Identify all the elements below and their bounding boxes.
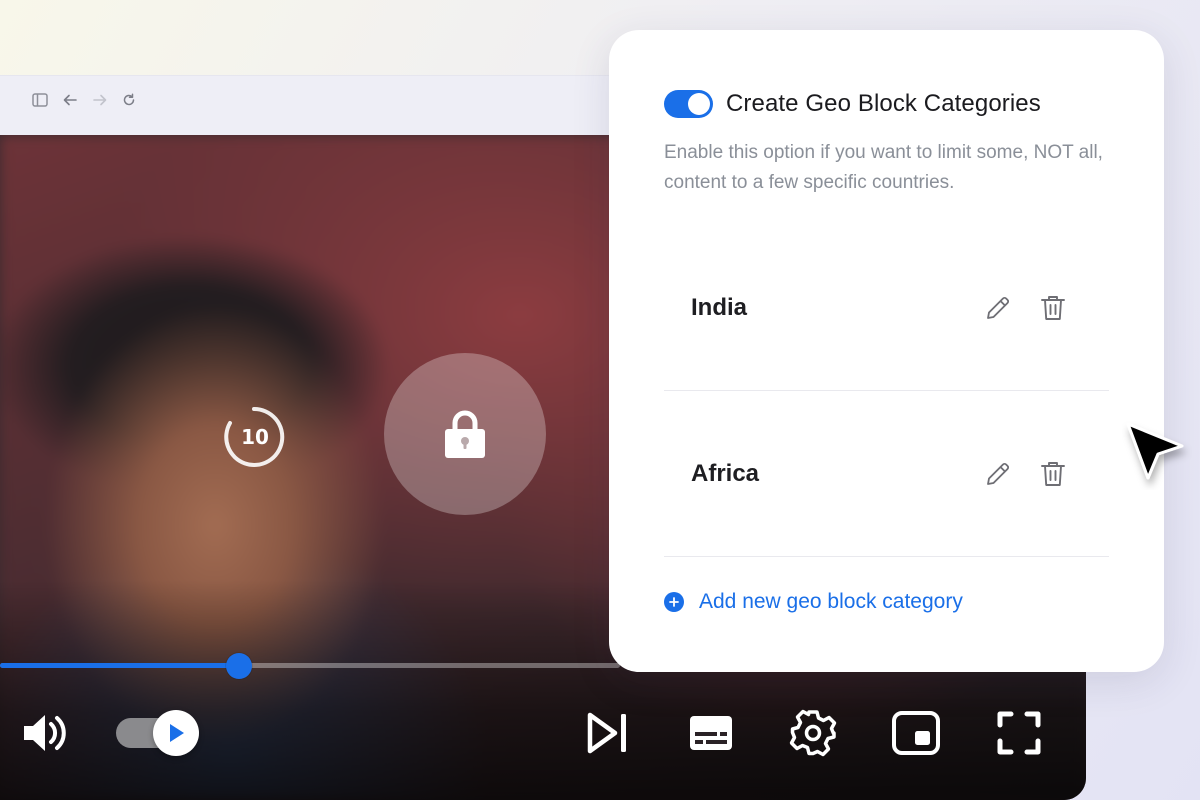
edit-pencil-icon[interactable]	[983, 293, 1013, 323]
fullscreen-button[interactable]	[996, 710, 1042, 756]
volume-button[interactable]	[20, 710, 70, 756]
rewind-seconds: 10	[241, 425, 269, 449]
volume-icon	[24, 715, 66, 751]
back-arrow-icon[interactable]	[62, 93, 78, 107]
edit-pencil-icon[interactable]	[983, 459, 1013, 489]
geo-block-title: Create Geo Block Categories	[726, 90, 1041, 117]
progress-thumb[interactable]	[225, 653, 252, 679]
geo-block-description: Enable this option if you want to limit …	[664, 142, 1103, 193]
geo-block-header: Create Geo Block Categories	[664, 90, 1041, 118]
subtitles-icon	[690, 716, 732, 750]
mouse-cursor-icon	[1122, 420, 1192, 495]
fullscreen-icon	[997, 711, 1041, 755]
play-icon	[170, 724, 184, 742]
sidebar-icon[interactable]	[32, 93, 48, 107]
add-category-link[interactable]: Add new geo block category	[664, 590, 963, 614]
rewind-button[interactable]: 10	[221, 404, 287, 470]
progress-fill	[0, 663, 239, 668]
forward-arrow-icon[interactable]	[92, 93, 108, 107]
delete-trash-icon[interactable]	[1038, 459, 1068, 489]
reload-icon[interactable]	[122, 93, 136, 107]
autoplay-knob[interactable]	[153, 710, 199, 756]
lock-icon	[445, 410, 485, 458]
category-row: India	[664, 226, 1109, 391]
progress-bar[interactable]	[0, 663, 620, 668]
next-button[interactable]	[585, 710, 631, 756]
skip-next-icon	[587, 712, 626, 754]
add-category-label: Add new geo block category	[699, 590, 963, 613]
browser-nav-controls	[32, 93, 136, 107]
settings-gear-icon	[789, 709, 837, 757]
plus-circle-icon	[664, 592, 684, 612]
subtitles-button[interactable]	[688, 713, 734, 753]
category-row: Africa	[664, 392, 1109, 557]
geo-block-toggle[interactable]	[664, 90, 713, 118]
picture-in-picture-icon	[892, 711, 940, 755]
settings-button[interactable]	[789, 709, 837, 757]
delete-trash-icon[interactable]	[1038, 293, 1068, 323]
category-label: India	[691, 294, 748, 321]
pip-button[interactable]	[890, 709, 942, 757]
toggle-knob	[688, 93, 710, 115]
geo-block-panel: Create Geo Block Categories Enable this …	[609, 30, 1164, 672]
lock-button[interactable]	[384, 353, 546, 515]
category-label: Africa	[691, 460, 760, 487]
